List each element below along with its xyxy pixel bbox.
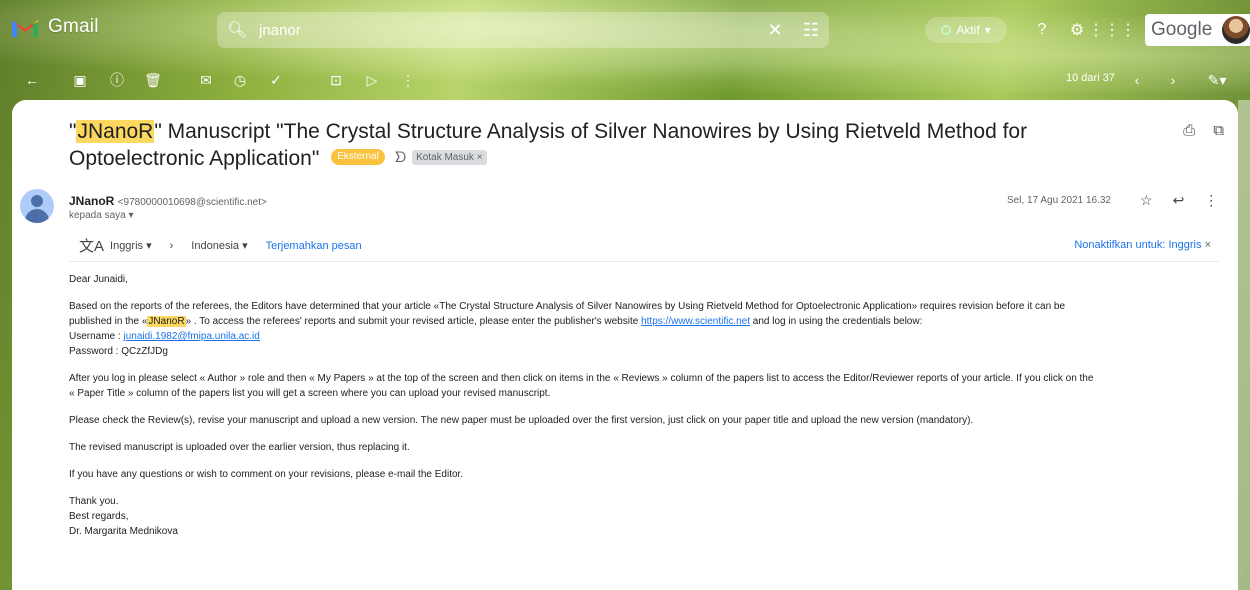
pager-text: 10 dari 37 — [1066, 72, 1115, 84]
email-date: Sel, 17 Agu 2021 16.32 — [1007, 195, 1111, 206]
help-icon[interactable]: ? — [1030, 18, 1054, 42]
search-highlight: JNanoR — [147, 316, 186, 327]
closing: Thank you. Best regards, Dr. Margarita M… — [69, 496, 178, 537]
app-name: Gmail — [48, 16, 99, 37]
search-highlight: JNanoR — [76, 120, 155, 143]
add-task-icon[interactable]: ✓ — [266, 70, 286, 90]
email-subject: "JNanoR" Manuscript "The Crystal Structu… — [69, 120, 1028, 170]
mark-unread-icon[interactable]: ✉ — [196, 70, 216, 90]
search-icon[interactable]: 🔍︎ — [227, 20, 259, 40]
chevron-down-icon: ▾ — [984, 23, 991, 37]
move-to-icon[interactable]: ⊡ — [326, 70, 346, 90]
newer-chevron-icon[interactable]: ‹ — [1127, 70, 1147, 90]
translate-icon: 文A — [79, 238, 105, 255]
paragraph-5: If you have any questions or wish to com… — [69, 469, 464, 480]
sender-name[interactable]: JNanoR — [69, 194, 114, 208]
input-tools-icon[interactable]: ✎▾ — [1202, 70, 1232, 90]
target-language-select[interactable]: Indonesia ▾ — [191, 239, 247, 252]
arrow-right-icon: › — [169, 239, 174, 252]
message-toolbar: ← ▣ ⓘ 🗑︎ ✉ ◷ ✓ ⊡ ▷ ⋮ ‹ › ✎▾ — [0, 62, 1250, 98]
status-label: Aktif — [956, 23, 980, 37]
source-language-select[interactable]: Inggris ▾ — [110, 239, 152, 252]
more-vert-icon[interactable]: ⋮ — [1204, 192, 1218, 209]
translate-message-link[interactable]: Terjemahkan pesan — [266, 240, 362, 252]
gmail-m-icon — [10, 16, 40, 38]
chevron-down-icon: ▾ — [128, 210, 134, 221]
paragraph-2: After you log in please select « Author … — [69, 373, 1094, 399]
disable-translation-link[interactable]: Nonaktifkan untuk: Inggris × — [1074, 239, 1211, 251]
delete-icon[interactable]: 🗑︎ — [143, 70, 163, 90]
paragraph-4: The revised manuscript is uploaded over … — [69, 442, 410, 453]
external-badge: Eksternal — [331, 149, 385, 166]
sender-avatar[interactable] — [20, 189, 54, 223]
message-pane: "JNanoR" Manuscript "The Crystal Structu… — [12, 100, 1238, 590]
search-bar: 🔍︎ ✕ ☷ — [217, 12, 829, 48]
open-new-window-icon[interactable]: ⧉ — [1213, 122, 1224, 139]
translate-bar: 文A Inggris ▾ › Indonesia ▾ Terjemahkan p… — [69, 230, 1219, 262]
report-spam-icon[interactable]: ⓘ — [107, 70, 127, 90]
top-header: Gmail 🔍︎ ✕ ☷ Aktif ▾ ? ⚙ ⋮⋮⋮ Google — [0, 0, 1250, 60]
email-body: Dear Junaidi, Based on the reports of th… — [69, 272, 1229, 551]
paragraph-3: Please check the Review(s), revise your … — [69, 415, 974, 426]
status-dropdown[interactable]: Aktif ▾ — [925, 17, 1007, 43]
inbox-label-chip[interactable]: Kotak Masuk × — [412, 149, 487, 165]
message-actions: ☆ ↩ ⋮ — [1140, 192, 1218, 209]
snooze-clock-icon[interactable]: ◷ — [230, 70, 250, 90]
recipient-line[interactable]: kepada saya ▾ — [69, 210, 134, 221]
archive-icon[interactable]: ▣ — [70, 70, 90, 90]
print-icon[interactable]: ⎙ — [1183, 122, 1195, 139]
apps-grid-icon[interactable]: ⋮⋮⋮ — [1088, 18, 1136, 42]
google-brand: Google — [1151, 19, 1213, 40]
username-email-link[interactable]: junaidi.1982@fmipa.unila.ac.id — [123, 331, 259, 342]
search-options-icon[interactable]: ☷ — [793, 20, 829, 41]
greeting: Dear Junaidi, — [69, 274, 128, 285]
search-input[interactable] — [259, 21, 757, 39]
gmail-logo[interactable]: Gmail — [10, 16, 99, 38]
sender-email: <9780000010698@scientific.net> — [117, 197, 267, 208]
close-icon[interactable]: × — [1205, 239, 1211, 251]
clear-search-icon[interactable]: ✕ — [757, 20, 793, 41]
label-icon[interactable]: ▷ — [362, 70, 382, 90]
important-marker-icon[interactable]: ᗤ — [395, 149, 407, 165]
star-icon[interactable]: ☆ — [1140, 192, 1153, 209]
account-avatar[interactable] — [1222, 16, 1250, 44]
subject-actions: ⎙ ⧉ — [1183, 122, 1224, 139]
paragraph-1: Based on the reports of the referees, th… — [69, 301, 1066, 357]
sender-line: JNanoR <9780000010698@scientific.net> — [69, 194, 267, 208]
website-link[interactable]: https://www.scientific.net — [641, 316, 750, 327]
settings-gear-icon[interactable]: ⚙ — [1065, 18, 1089, 42]
reply-icon[interactable]: ↩ — [1173, 192, 1185, 209]
status-dot-icon — [941, 25, 952, 35]
scrollbar[interactable] — [1238, 100, 1250, 590]
more-vert-icon[interactable]: ⋮ — [398, 70, 418, 90]
back-arrow-icon[interactable]: ← — [22, 70, 42, 90]
older-chevron-icon[interactable]: › — [1163, 70, 1183, 90]
